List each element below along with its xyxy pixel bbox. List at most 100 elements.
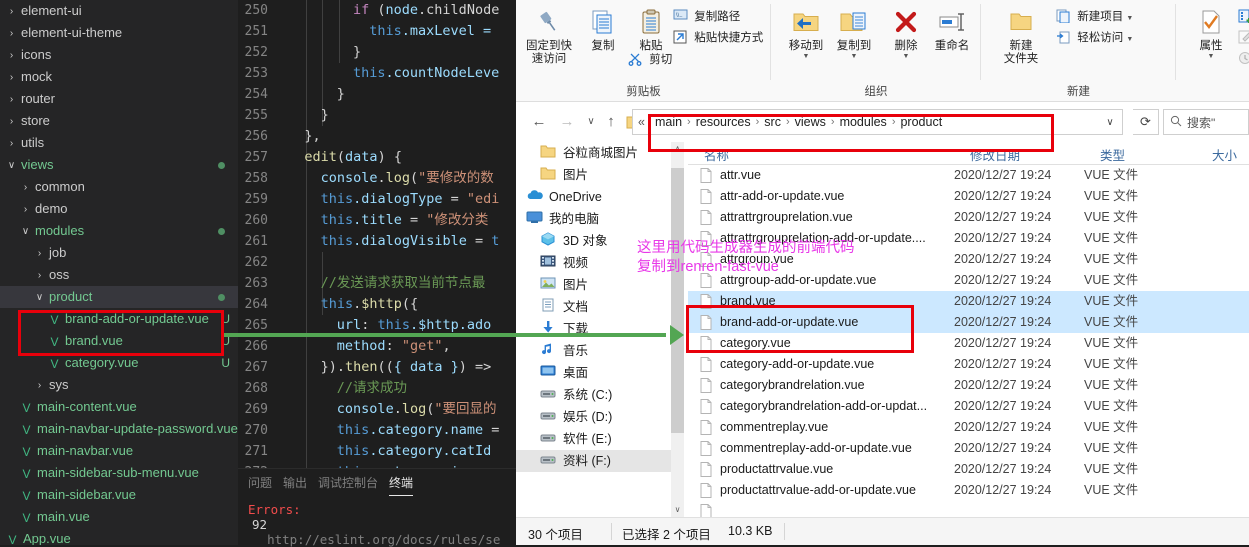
column-header-类型[interactable]: 类型 xyxy=(1100,145,1125,164)
code-line-254[interactable]: 254} xyxy=(238,84,516,105)
code-line-258[interactable]: 258console.log("要修改的数 xyxy=(238,168,516,189)
new-item-button[interactable]: 新建项目 ▼ xyxy=(1056,8,1133,24)
file-row[interactable]: categorybrandrelation.vue2020/12/27 19:2… xyxy=(688,375,1249,396)
breadcrumb-main[interactable]: main xyxy=(650,115,687,129)
nav-pane-item--[interactable]: 谷粒商城图片 xyxy=(516,142,671,164)
new-folder-button[interactable]: 新建文件夹 xyxy=(993,4,1049,66)
file-row[interactable] xyxy=(688,501,1249,517)
nav-pane-item--e-[interactable]: 软件 (E:) xyxy=(516,428,671,450)
vscode-code-editor[interactable]: 250if (node.childNode251this.maxLevel = … xyxy=(238,0,516,468)
nav-pane-item--[interactable]: 图片 xyxy=(516,274,671,296)
code-line-252[interactable]: 252} xyxy=(238,42,516,63)
scroll-down-icon[interactable]: ∨ xyxy=(671,503,684,517)
code-line-262[interactable]: 262 xyxy=(238,252,516,273)
vscode-tree-item-brand-add-or-update-vue[interactable]: Vbrand-add-or-update.vueU xyxy=(0,308,238,330)
properties-caret-icon[interactable]: ▼ xyxy=(1186,53,1236,60)
search-input[interactable]: 搜索" xyxy=(1163,109,1249,135)
vscode-tree-item-icons[interactable]: ›icons xyxy=(0,44,238,66)
code-line-271[interactable]: 271this.category.catId xyxy=(238,441,516,462)
open-button[interactable]: 打开 ▼ xyxy=(1238,8,1249,24)
copy-to-caret-icon[interactable]: ▼ xyxy=(829,53,879,60)
nav-pane-item-onedrive[interactable]: OneDrive xyxy=(516,186,671,208)
new-item-caret-icon[interactable]: ▼ xyxy=(1126,15,1133,22)
vscode-tree-item-oss[interactable]: ›oss xyxy=(0,264,238,286)
code-line-263[interactable]: 263//发送请求获取当前节点最 xyxy=(238,273,516,294)
scroll-up-icon[interactable]: ∧ xyxy=(671,142,684,156)
file-row[interactable]: attr-add-or-update.vue2020/12/27 19:24VU… xyxy=(688,186,1249,207)
breadcrumb-overflow-icon[interactable]: « xyxy=(633,115,650,129)
vscode-tree-item-main-navbar-update-password-vue[interactable]: Vmain-navbar-update-password.vue xyxy=(0,418,238,440)
twisty-icon[interactable]: › xyxy=(34,265,45,287)
vscode-tree-item-common[interactable]: ›common xyxy=(0,176,238,198)
code-line-261[interactable]: 261this.dialogVisible = t xyxy=(238,231,516,252)
refresh-button[interactable]: ⟳ xyxy=(1133,109,1159,135)
code-line-266[interactable]: 266method: "get", xyxy=(238,336,516,357)
twisty-icon[interactable]: ∨ xyxy=(6,155,17,177)
forward-arrow-icon[interactable]: → xyxy=(556,111,578,133)
vscode-tree-item-views[interactable]: ∨views xyxy=(0,154,238,176)
vscode-tree-item-modules[interactable]: ∨modules xyxy=(0,220,238,242)
nav-pane-item--[interactable]: 音乐 xyxy=(516,340,671,362)
move-to-caret-icon[interactable]: ▼ xyxy=(781,53,831,60)
code-line-264[interactable]: 264this.$http({ xyxy=(238,294,516,315)
code-line-259[interactable]: 259this.dialogType = "edi xyxy=(238,189,516,210)
paste-button[interactable]: 粘贴 xyxy=(626,4,676,53)
vscode-tree-item-app-vue[interactable]: VApp.vue xyxy=(0,528,238,545)
paste-shortcut-button[interactable]: 粘贴快捷方式 xyxy=(673,29,763,45)
file-row[interactable]: commentreplay.vue2020/12/27 19:24VUE 文件 xyxy=(688,417,1249,438)
file-row[interactable]: category-add-or-update.vue2020/12/27 19:… xyxy=(688,354,1249,375)
breadcrumb-product[interactable]: product xyxy=(895,115,947,129)
twisty-icon[interactable]: › xyxy=(6,23,17,45)
file-row[interactable]: attrattrgrouprelation.vue2020/12/27 19:2… xyxy=(688,207,1249,228)
code-line-255[interactable]: 255} xyxy=(238,105,516,126)
breadcrumb-views[interactable]: views xyxy=(790,115,831,129)
twisty-icon[interactable]: › xyxy=(20,199,31,221)
vscode-tree-item-brand-vue[interactable]: Vbrand.vueU xyxy=(0,330,238,352)
file-row[interactable]: productattrvalue-add-or-update.vue2020/1… xyxy=(688,480,1249,501)
column-header-名称[interactable]: 名称 xyxy=(704,145,729,164)
nav-pane-item--[interactable]: 文档 xyxy=(516,296,671,318)
file-row[interactable]: commentreplay-add-or-update.vue2020/12/2… xyxy=(688,438,1249,459)
column-header-修改日期[interactable]: 修改日期 xyxy=(970,145,1020,164)
file-row[interactable]: brand-add-or-update.vue2020/12/27 19:24V… xyxy=(688,312,1249,333)
code-line-269[interactable]: 269console.log("要回显的 xyxy=(238,399,516,420)
move-to-button[interactable]: 移动到 ▼ xyxy=(781,4,831,60)
nav-pane-item--f-[interactable]: 资料 (F:) xyxy=(516,450,671,472)
delete-button[interactable]: 删除 ▼ xyxy=(881,4,931,60)
column-header-大小[interactable]: 大小 xyxy=(1212,145,1237,164)
code-line-256[interactable]: 256}, xyxy=(238,126,516,147)
easy-access-button[interactable]: 轻松访问 ▼ xyxy=(1056,29,1133,45)
code-line-251[interactable]: 251this.maxLevel = xyxy=(238,21,516,42)
easy-access-caret-icon[interactable]: ▼ xyxy=(1126,36,1133,43)
up-arrow-icon[interactable]: ↑ xyxy=(600,111,622,133)
properties-button[interactable]: 属性 ▼ xyxy=(1186,4,1236,60)
nav-pane-item--[interactable]: 我的电脑 xyxy=(516,208,671,230)
vscode-tree-item-category-vue[interactable]: Vcategory.vueU xyxy=(0,352,238,374)
copy-button[interactable]: 复制 xyxy=(578,4,628,53)
vscode-tree-item-main-sidebar-sub-menu-vue[interactable]: Vmain-sidebar-sub-menu.vue xyxy=(0,462,238,484)
rename-button[interactable]: 重命名 xyxy=(927,4,977,53)
recent-dropdown-icon[interactable]: ∨ xyxy=(580,111,602,133)
vscode-tree-item-mock[interactable]: ›mock xyxy=(0,66,238,88)
address-breadcrumb-bar[interactable]: «main›resources›src›views›modules›produc… xyxy=(632,109,1123,135)
code-line-250[interactable]: 250if (node.childNode xyxy=(238,0,516,21)
breadcrumb-modules[interactable]: modules xyxy=(835,115,892,129)
twisty-icon[interactable]: › xyxy=(6,1,17,23)
vscode-tree-item-element-ui-theme[interactable]: ›element-ui-theme xyxy=(0,22,238,44)
code-line-268[interactable]: 268//请求成功 xyxy=(238,378,516,399)
vscode-tree-item-main-sidebar-vue[interactable]: Vmain-sidebar.vue xyxy=(0,484,238,506)
twisty-icon[interactable]: › xyxy=(34,243,45,265)
column-header-row[interactable]: 名称 修改日期 类型 大小 xyxy=(688,142,1249,165)
scrollbar-thumb[interactable] xyxy=(671,168,684,433)
file-row[interactable]: productattrvalue.vue2020/12/27 19:24VUE … xyxy=(688,459,1249,480)
vscode-tree-item-main-content-vue[interactable]: Vmain-content.vue xyxy=(0,396,238,418)
vscode-tree-item-product[interactable]: ∨product xyxy=(0,286,238,308)
vscode-tree-item-job[interactable]: ›job xyxy=(0,242,238,264)
navigation-pane[interactable]: 谷粒商城图片图片OneDrive我的电脑3D 对象视频图片文档下载音乐桌面系统 … xyxy=(516,142,671,517)
vscode-tree-item-demo[interactable]: ›demo xyxy=(0,198,238,220)
vscode-tree-item-router[interactable]: ›router xyxy=(0,88,238,110)
file-list[interactable]: attr.vue2020/12/27 19:24VUE 文件attr-add-o… xyxy=(688,165,1249,517)
panel-tab-问题[interactable]: 问题 xyxy=(248,474,272,491)
code-line-260[interactable]: 260this.title = "修改分类 xyxy=(238,210,516,231)
vscode-tree-item-main-navbar-vue[interactable]: Vmain-navbar.vue xyxy=(0,440,238,462)
